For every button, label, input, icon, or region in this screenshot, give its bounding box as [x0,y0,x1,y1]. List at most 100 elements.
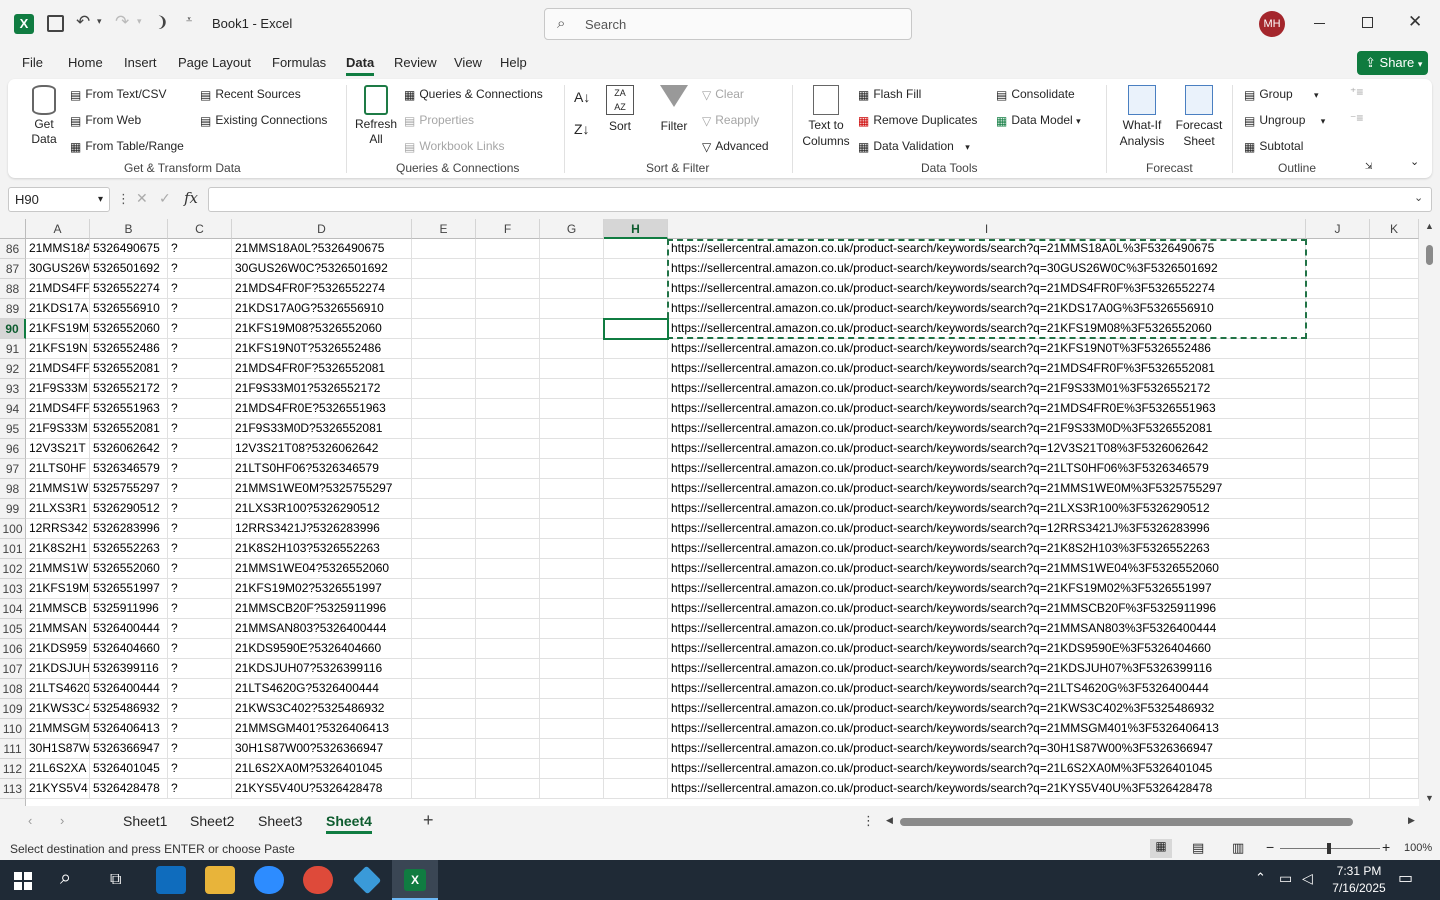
cell[interactable] [604,679,668,699]
cell[interactable]: 21LXS3R1 [26,499,90,519]
cell[interactable] [1306,659,1370,679]
close-icon[interactable]: ✕ [1408,12,1422,32]
zoom-level[interactable]: 100% [1404,842,1432,854]
cell[interactable] [476,659,540,679]
row-header[interactable]: 113 [0,779,26,799]
name-box[interactable]: H90 ▾ [8,187,110,212]
cell[interactable]: https://sellercentral.amazon.co.uk/produ… [668,359,1306,379]
cell[interactable] [1306,299,1370,319]
task-view-icon[interactable]: ⧉ [110,871,121,889]
cell[interactable] [476,499,540,519]
cell[interactable] [412,499,476,519]
cell[interactable]: 5326401045 [90,759,168,779]
customize-qat-icon[interactable]: ⩡ [186,14,192,27]
cell[interactable] [1370,499,1419,519]
hscroll-right-icon[interactable]: ▶ [1408,815,1415,826]
cell[interactable] [604,299,668,319]
cell[interactable]: https://sellercentral.amazon.co.uk/produ… [668,619,1306,639]
minimize-icon[interactable] [1314,23,1325,24]
cell[interactable] [540,699,604,719]
cell[interactable] [1370,299,1419,319]
cell[interactable] [412,579,476,599]
save-icon[interactable] [47,15,64,32]
undo-icon[interactable]: ↶ [76,12,90,32]
cell[interactable]: ? [168,399,232,419]
cell[interactable] [604,579,668,599]
row-header[interactable]: 112 [0,759,26,779]
cell[interactable]: https://sellercentral.amazon.co.uk/produ… [668,579,1306,599]
row-header[interactable]: 94 [0,399,26,419]
row-header[interactable]: 107 [0,659,26,679]
zoom-slider-thumb[interactable] [1327,843,1331,854]
cell[interactable] [1370,279,1419,299]
cell[interactable] [476,519,540,539]
cell[interactable] [604,479,668,499]
cell[interactable]: ? [168,359,232,379]
enter-icon[interactable]: ✓ [159,190,171,207]
cell[interactable]: 12V3S21T08?5326062642 [232,439,412,459]
cell[interactable] [604,279,668,299]
cell[interactable]: 21L6S2XA0M?5326401045 [232,759,412,779]
cell[interactable] [604,519,668,539]
workbook-links-button[interactable]: ▤ Workbook Links [404,139,505,154]
cell[interactable] [412,659,476,679]
scroll-thumb[interactable] [1426,245,1433,265]
cell[interactable] [604,399,668,419]
cell[interactable] [1306,319,1370,339]
app-icon[interactable] [352,865,382,895]
cell[interactable] [476,679,540,699]
existing-connections-button[interactable]: ▤ Existing Connections [200,113,327,128]
cell[interactable]: 5326404660 [90,639,168,659]
worksheet-grid[interactable]: ABCDEFGHIJK 86 21MMS18A 5326490675? 21MMS18… [0,219,1419,806]
cell[interactable]: 5326552060 [90,559,168,579]
cell[interactable]: ? [168,419,232,439]
horizontal-scroll-thumb[interactable] [900,818,1353,826]
cell[interactable] [412,399,476,419]
cell[interactable] [412,479,476,499]
cell[interactable]: 21KWS3C4 [26,699,90,719]
cell[interactable]: ? [168,319,232,339]
row-header[interactable]: 101 [0,539,26,559]
cell[interactable] [1306,379,1370,399]
tab-view[interactable]: View [454,55,482,70]
cell[interactable]: 5326551997 [90,579,168,599]
cell[interactable]: 21MMSGM401?5326406413 [232,719,412,739]
cell[interactable]: 5325486932 [90,699,168,719]
cell[interactable] [1306,259,1370,279]
cell[interactable]: 21KDS17A [26,299,90,319]
refresh-all-button[interactable]: Refresh All [354,85,398,147]
cell[interactable] [476,399,540,419]
remove-duplicates-button[interactable]: ▦ Remove Duplicates [858,113,977,128]
cell[interactable]: 5326552486 [90,339,168,359]
page-layout-view-icon[interactable]: ▤ [1192,840,1204,856]
cell[interactable]: 12RRS342 [26,519,90,539]
cell[interactable] [412,259,476,279]
cell[interactable] [412,339,476,359]
hscroll-left-icon[interactable]: ◀ [886,815,893,826]
from-web-button[interactable]: ▤ From Web [70,113,141,128]
cell[interactable]: 21MMS18A0L?5326490675 [232,239,412,259]
cell[interactable] [476,419,540,439]
cell[interactable] [604,459,668,479]
share-button[interactable]: ⇪ Share ▾ [1357,51,1428,75]
cell[interactable] [1370,359,1419,379]
cell[interactable]: ? [168,779,232,799]
expand-formula-icon[interactable]: ⌄ [1414,191,1423,204]
cell[interactable]: 5326346579 [90,459,168,479]
cell[interactable] [604,719,668,739]
cell[interactable]: https://sellercentral.amazon.co.uk/produ… [668,459,1306,479]
cell[interactable] [412,279,476,299]
cell[interactable] [1370,579,1419,599]
cell[interactable] [1370,759,1419,779]
cell[interactable] [1306,699,1370,719]
column-header[interactable]: I [668,219,1306,239]
row-header[interactable]: 96 [0,439,26,459]
cell[interactable]: 21KFS19M02?5326551997 [232,579,412,599]
cell[interactable] [1370,699,1419,719]
cell[interactable]: https://sellercentral.amazon.co.uk/produ… [668,379,1306,399]
cell[interactable] [476,379,540,399]
cell[interactable]: https://sellercentral.amazon.co.uk/produ… [668,719,1306,739]
column-header[interactable]: K [1370,219,1419,239]
row-header[interactable]: 91 [0,339,26,359]
cell[interactable] [1370,319,1419,339]
